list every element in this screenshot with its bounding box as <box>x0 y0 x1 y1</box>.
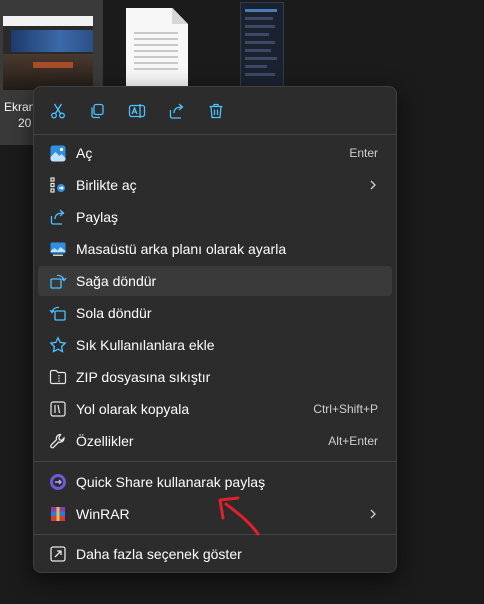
rename-button[interactable] <box>123 97 151 125</box>
document-file-icon[interactable] <box>126 8 188 88</box>
menu-item-set-background[interactable]: Masaüstü arka planı olarak ayarla <box>38 234 392 264</box>
menu-item-shortcut: Ctrl+Shift+P <box>313 402 378 416</box>
menu-item-label: Sağa döndür <box>76 273 157 289</box>
menu-item-label: Sık Kullanılanlara ekle <box>76 337 215 353</box>
delete-icon <box>209 103 223 119</box>
rotate-right-icon <box>49 272 67 290</box>
winrar-icon <box>49 505 67 523</box>
wrench-icon <box>49 432 67 450</box>
copy-icon <box>91 103 104 119</box>
screenshot-thumbnail <box>3 16 93 90</box>
image-icon <box>49 144 67 162</box>
menu-item-open-with[interactable]: Birlikte aç <box>38 170 392 200</box>
menu-item-label: Sola döndür <box>76 305 152 321</box>
toolbar-separator <box>34 134 396 135</box>
menu-item-open[interactable]: Aç Enter <box>38 138 392 168</box>
zip-folder-icon <box>49 368 67 386</box>
menu-item-rotate-right[interactable]: Sağa döndür <box>38 266 392 296</box>
menu-item-add-favorites[interactable]: Sık Kullanılanlara ekle <box>38 330 392 360</box>
menu-separator <box>34 461 396 462</box>
share-button[interactable] <box>163 97 191 125</box>
rename-icon <box>128 104 146 118</box>
menu-item-show-more-options[interactable]: Daha fazla seçenek göster <box>38 539 392 569</box>
share-icon <box>169 103 184 119</box>
menu-item-copy-as-path[interactable]: Yol olarak kopyala Ctrl+Shift+P <box>38 394 392 424</box>
menu-item-label: Yol olarak kopyala <box>76 401 190 417</box>
rotate-left-icon <box>49 304 67 322</box>
star-icon <box>49 336 67 354</box>
menu-item-label: WinRAR <box>76 506 130 522</box>
cut-icon <box>51 103 65 119</box>
menu-item-label: Daha fazla seçenek göster <box>76 546 242 562</box>
menu-item-label: Masaüstü arka planı olarak ayarla <box>76 241 287 257</box>
chevron-right-icon <box>366 177 380 193</box>
menu-item-share[interactable]: Paylaş <box>38 202 392 232</box>
copy-path-icon <box>49 400 67 418</box>
chevron-right-icon <box>366 506 380 522</box>
delete-button[interactable] <box>202 97 230 125</box>
copy-button[interactable] <box>83 97 111 125</box>
menu-item-properties[interactable]: Özellikler Alt+Enter <box>38 426 392 456</box>
cut-button[interactable] <box>44 97 72 125</box>
desktop-background-icon <box>49 240 67 258</box>
menu-item-shortcut: Enter <box>349 146 378 160</box>
quick-share-icon <box>49 473 67 491</box>
phone-screenshot-thumbnail[interactable] <box>240 2 284 90</box>
context-menu-toolbar <box>34 87 396 133</box>
menu-item-label: Paylaş <box>76 209 119 225</box>
menu-item-compress-zip[interactable]: ZIP dosyasına sıkıştır <box>38 362 392 392</box>
open-with-icon <box>49 176 67 194</box>
more-options-icon <box>49 545 67 563</box>
menu-item-label: Özellikler <box>76 433 134 449</box>
menu-item-label: Aç <box>76 145 93 161</box>
menu-item-label: Birlikte aç <box>76 177 137 193</box>
menu-item-label: ZIP dosyasına sıkıştır <box>76 369 211 385</box>
red-arrow-annotation <box>218 496 260 536</box>
menu-item-shortcut: Alt+Enter <box>328 434 378 448</box>
menu-item-rotate-left[interactable]: Sola döndür <box>38 298 392 328</box>
share-icon <box>49 208 67 226</box>
